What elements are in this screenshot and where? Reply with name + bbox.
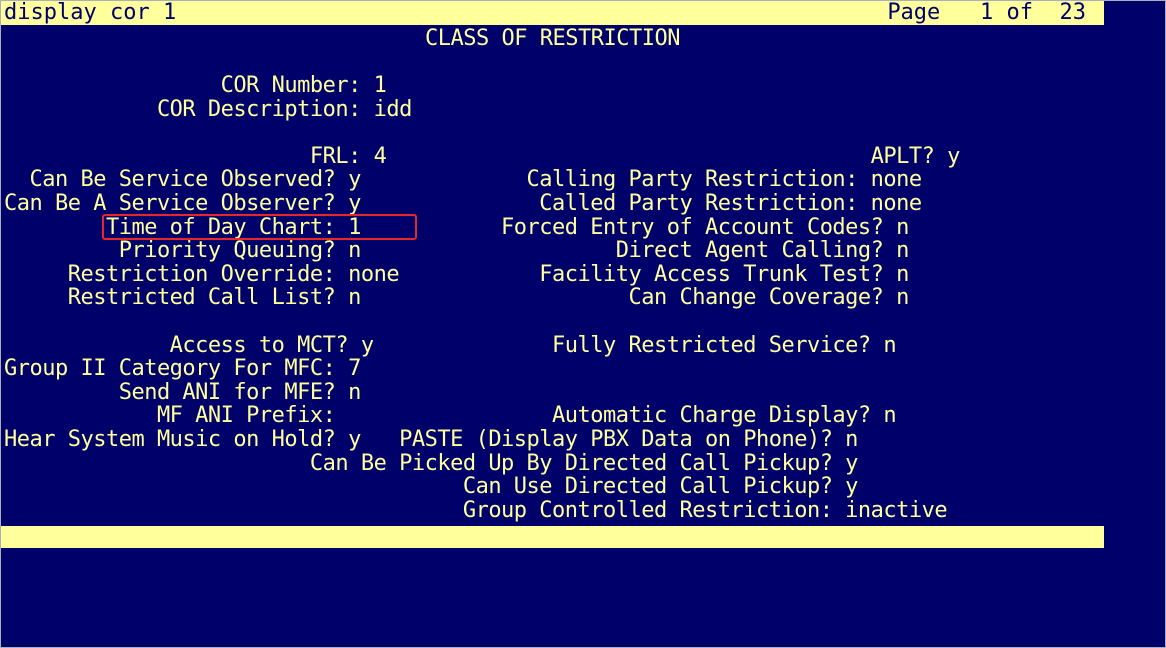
form-line: Hear System Music on Hold? y PASTE (Disp…: [4, 427, 858, 452]
form-line: Group Controlled Restriction: inactive: [4, 497, 948, 523]
form-line: Send ANI for MFE? n: [4, 379, 362, 405]
form-line: Can Use Directed Call Pickup? y: [4, 474, 859, 500]
screen-title: CLASS OF RESTRICTION: [425, 26, 680, 51]
message-bar: [1, 526, 1104, 548]
highlight-box-time-of-day-chart: [102, 214, 417, 240]
command-text[interactable]: display cor 1: [4, 1, 176, 25]
form-line: COR Number: 1: [4, 73, 387, 98]
form-line: Group II Category For MFC: 7: [4, 356, 361, 382]
command-bar[interactable]: display cor 1 Page 1 of 23: [1, 1, 1104, 25]
form-line: Can Be Service Observed? y Calling Party…: [4, 167, 922, 193]
form-line: Priority Queuing? n Direct Agent Calling…: [4, 238, 910, 264]
form-line: Can Be Picked Up By Directed Call Pickup…: [4, 450, 859, 476]
form-line: COR Description: idd: [4, 96, 412, 122]
form-line: Can Be A Service Observer? y Called Part…: [4, 191, 922, 216]
form-line: Restricted Call List? n Can Change Cover…: [4, 285, 910, 311]
terminal-screen[interactable]: display cor 1 Page 1 of 23 CLASS OF REST…: [0, 0, 1166, 648]
form-line: MF ANI Prefix: Automatic Charge Display?…: [4, 403, 897, 429]
page-indicator: Page 1 of 23: [887, 0, 1086, 25]
form-line: Access to MCT? y Fully Restricted Servic…: [4, 332, 897, 358]
form-line: FRL: 4 APLT? y: [4, 143, 961, 169]
form-line: Restriction Override: none Facility Acce…: [4, 261, 910, 287]
